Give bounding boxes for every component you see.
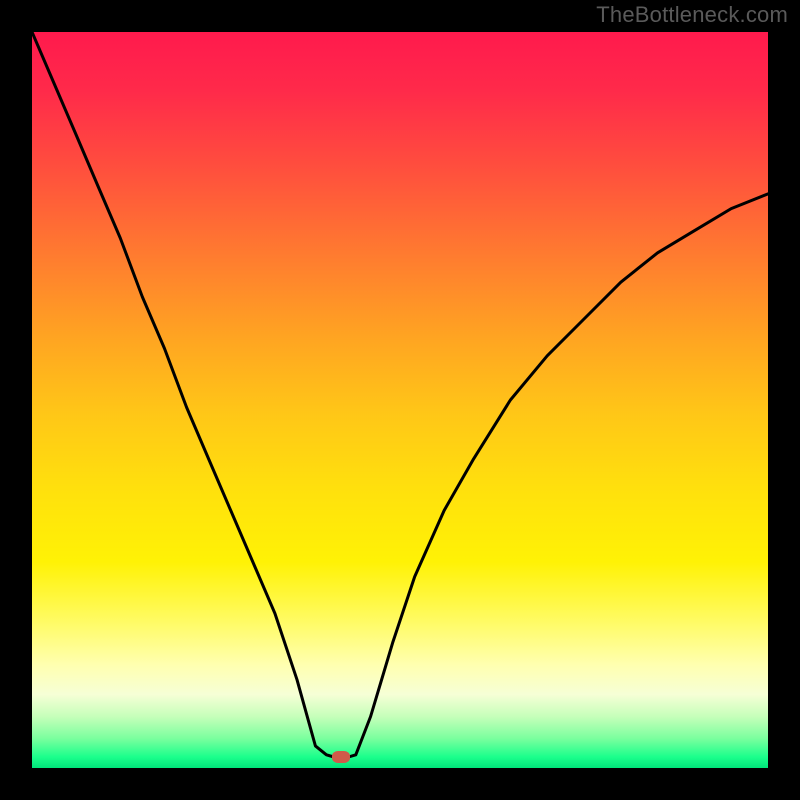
chart-frame: TheBottleneck.com [0, 0, 800, 800]
bottleneck-curve [32, 32, 768, 768]
optimum-marker-icon [332, 751, 350, 763]
curve-line [32, 32, 768, 757]
watermark-text: TheBottleneck.com [596, 2, 788, 28]
plot-area [32, 32, 768, 768]
